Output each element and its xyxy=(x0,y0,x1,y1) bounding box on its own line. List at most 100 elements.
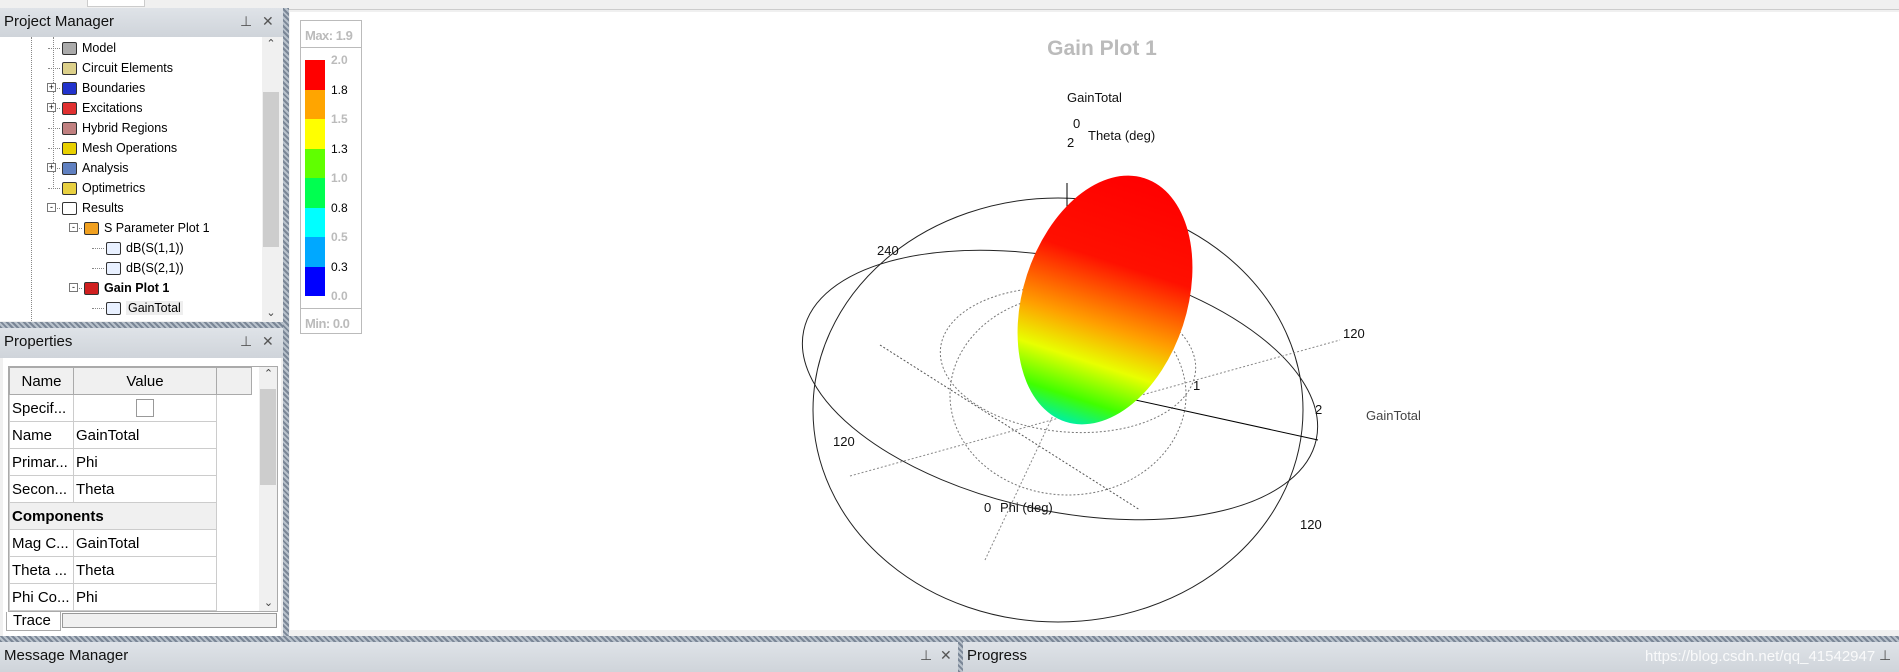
legend-tick-label: 1.5 xyxy=(331,112,348,126)
column-header-extra xyxy=(216,367,252,395)
message-manager-header: Message Manager ⊥ ✕ xyxy=(0,642,958,672)
trace-icon xyxy=(106,242,121,256)
property-name: Phi Co... xyxy=(9,583,74,611)
property-row[interactable]: Mag C... GainTotal xyxy=(9,529,252,557)
plot-area[interactable]: Gain Plot 1 GainTotal 0 Theta (deg) 2 24… xyxy=(290,12,1899,630)
tree-scrollbar[interactable]: ⌃ ⌄ xyxy=(262,37,280,321)
document-tab[interactable] xyxy=(87,0,145,7)
radial-tick-1: 1 xyxy=(1193,378,1200,393)
scroll-thumb[interactable] xyxy=(263,92,279,247)
legend-color-band xyxy=(305,178,325,208)
theta-axis-label: Theta (deg) xyxy=(1088,128,1155,143)
legend-tick-label: 1.3 xyxy=(331,141,348,156)
tree-item-analysis[interactable]: Analysis xyxy=(48,158,129,178)
close-icon[interactable]: ✕ xyxy=(262,13,274,30)
property-value[interactable]: Phi xyxy=(73,583,217,611)
project-manager-title: Project Manager xyxy=(4,13,115,30)
tree-item-mesh-operations[interactable]: Mesh Operations xyxy=(48,138,177,158)
property-row[interactable]: Specif... xyxy=(9,394,252,422)
property-row[interactable]: Secon... Theta xyxy=(9,475,252,503)
property-value[interactable]: Theta xyxy=(73,556,217,584)
tree-item-label: Mesh Operations xyxy=(82,141,178,155)
tree-item-label: S Parameter Plot 1 xyxy=(104,221,210,235)
tree-item-model[interactable]: Model xyxy=(48,38,116,58)
properties-scrollbar[interactable]: ⌃ ⌄ xyxy=(259,367,277,611)
legend-max: Max: 1.9 xyxy=(305,28,353,43)
scroll-up-icon[interactable]: ⌃ xyxy=(262,37,280,50)
color-legend[interactable]: Max: 1.9 2.0 1.8 1.5 1.3 1.0 0.8 0.5 0.3 0.0 Min… xyxy=(300,20,362,334)
z-axis-quantity-label: GainTotal xyxy=(1067,90,1122,105)
pin-icon[interactable]: ⊥ xyxy=(240,333,252,350)
mesh-operations-icon xyxy=(62,142,77,156)
radial-tick-2: 2 xyxy=(1315,402,1322,417)
results-icon xyxy=(62,202,77,216)
column-header-value[interactable]: Value xyxy=(73,367,217,395)
property-row[interactable]: Theta ... Theta xyxy=(9,556,252,584)
hybrid-regions-icon xyxy=(62,122,77,136)
collapse-icon[interactable]: - xyxy=(69,283,78,292)
property-checkbox[interactable] xyxy=(136,399,154,418)
tree-item-boundaries[interactable]: Boundaries xyxy=(48,78,145,98)
property-name: Theta ... xyxy=(9,556,74,584)
scroll-down-icon[interactable]: ⌄ xyxy=(259,596,277,609)
angle-label-120-left: 120 xyxy=(833,434,855,449)
property-row[interactable]: Components xyxy=(9,502,252,530)
expand-icon[interactable]: + xyxy=(47,103,56,112)
tree-item-excitations[interactable]: Excitations xyxy=(48,98,142,118)
expand-icon[interactable]: + xyxy=(47,83,56,92)
s-parameter-plot-icon xyxy=(84,222,99,236)
properties-title: Properties xyxy=(4,333,73,350)
pin-icon[interactable]: ⊥ xyxy=(1879,647,1891,664)
tree-item-label: Hybrid Regions xyxy=(82,121,168,135)
property-value[interactable]: Phi xyxy=(73,448,217,476)
tab-strip xyxy=(62,613,277,628)
tree-item-gaintotal[interactable]: GainTotal xyxy=(92,298,183,318)
tab-trace[interactable]: Trace xyxy=(6,612,61,631)
expand-icon[interactable]: + xyxy=(47,163,56,172)
property-row[interactable]: Name GainTotal xyxy=(9,421,252,449)
tree-item-s-parameter-plot-1[interactable]: S Parameter Plot 1 xyxy=(70,218,210,238)
pin-icon[interactable]: ⊥ xyxy=(240,13,252,30)
scroll-up-icon[interactable]: ⌃ xyxy=(259,367,277,380)
legend-color-band xyxy=(305,207,325,237)
plot-title: Gain Plot 1 xyxy=(1047,37,1157,60)
tree-item-label: Analysis xyxy=(82,161,129,175)
legend-color-band xyxy=(305,148,325,178)
tree-item-gain-plot-1[interactable]: Gain Plot 1 xyxy=(70,278,169,298)
collapse-icon[interactable]: - xyxy=(69,223,78,232)
tree-item-hybrid-regions[interactable]: Hybrid Regions xyxy=(48,118,167,138)
project-tree: Model Circuit Elements Boundaries + Excitati… xyxy=(0,37,280,321)
legend-color-band xyxy=(305,60,325,90)
legend-color-band xyxy=(305,89,325,119)
pin-icon[interactable]: ⊥ xyxy=(920,647,932,664)
property-value[interactable]: GainTotal xyxy=(73,529,217,557)
tree-item-label: Optimetrics xyxy=(82,181,146,195)
section-header: Components xyxy=(9,502,217,530)
collapse-icon[interactable]: - xyxy=(47,203,56,212)
scroll-down-icon[interactable]: ⌄ xyxy=(262,306,280,319)
scroll-thumb[interactable] xyxy=(260,389,276,485)
tree-item-circuit-elements[interactable]: Circuit Elements xyxy=(48,58,173,78)
tree-item-optimetrics[interactable]: Optimetrics xyxy=(48,178,145,198)
close-icon[interactable]: ✕ xyxy=(940,647,952,664)
project-manager-header: Project Manager ⊥ ✕ xyxy=(0,8,283,37)
excitations-icon xyxy=(62,102,77,116)
column-header-name[interactable]: Name xyxy=(9,367,74,395)
tree-item-db-s-1-1[interactable]: dB(S(1,1)) xyxy=(92,238,184,258)
property-row[interactable]: Phi Co... Phi xyxy=(9,583,252,611)
legend-tick-label: 0.0 xyxy=(331,289,348,303)
vertical-splitter[interactable] xyxy=(283,8,289,638)
tree-item-db-s-2-1[interactable]: dB(S(2,1)) xyxy=(92,258,184,278)
close-icon[interactable]: ✕ xyxy=(262,333,274,350)
property-value[interactable]: Theta xyxy=(73,475,217,503)
legend-tick-label: 0.8 xyxy=(331,200,348,215)
property-value[interactable]: GainTotal xyxy=(73,421,217,449)
trace-icon xyxy=(106,302,121,316)
legend-tick-label: 2.0 xyxy=(331,53,348,67)
property-row[interactable]: Primar... Phi xyxy=(9,448,252,476)
tree-item-results[interactable]: Results xyxy=(48,198,124,218)
legend-tick-label: 1.0 xyxy=(331,171,348,185)
radiation-pattern-3d[interactable]: Gain Plot 1 GainTotal 0 Theta (deg) 2 24… xyxy=(290,12,1899,630)
legend-color-band xyxy=(305,266,325,296)
model-icon xyxy=(62,42,77,56)
